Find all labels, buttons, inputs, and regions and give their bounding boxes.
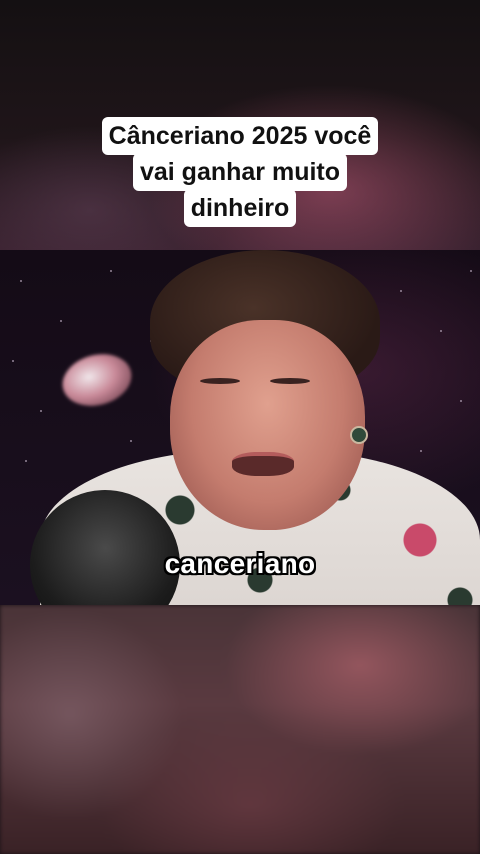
right-eye: [270, 378, 310, 384]
title-caption-line-3: dinheiro: [183, 189, 297, 227]
title-caption: Cânceriano 2025 você vai ganhar muito di…: [0, 117, 480, 227]
subtitle-text: canceriano: [164, 548, 316, 579]
mouth: [232, 452, 294, 476]
video-screen[interactable]: Cânceriano 2025 você vai ganhar muito di…: [0, 0, 480, 854]
title-caption-line-1: Cânceriano 2025 você: [101, 117, 379, 155]
title-caption-line-2: vai ganhar muito: [132, 153, 348, 191]
face: [170, 320, 365, 530]
blurred-background-bottom: [0, 605, 480, 854]
earring: [350, 426, 368, 444]
left-eye: [200, 378, 240, 384]
